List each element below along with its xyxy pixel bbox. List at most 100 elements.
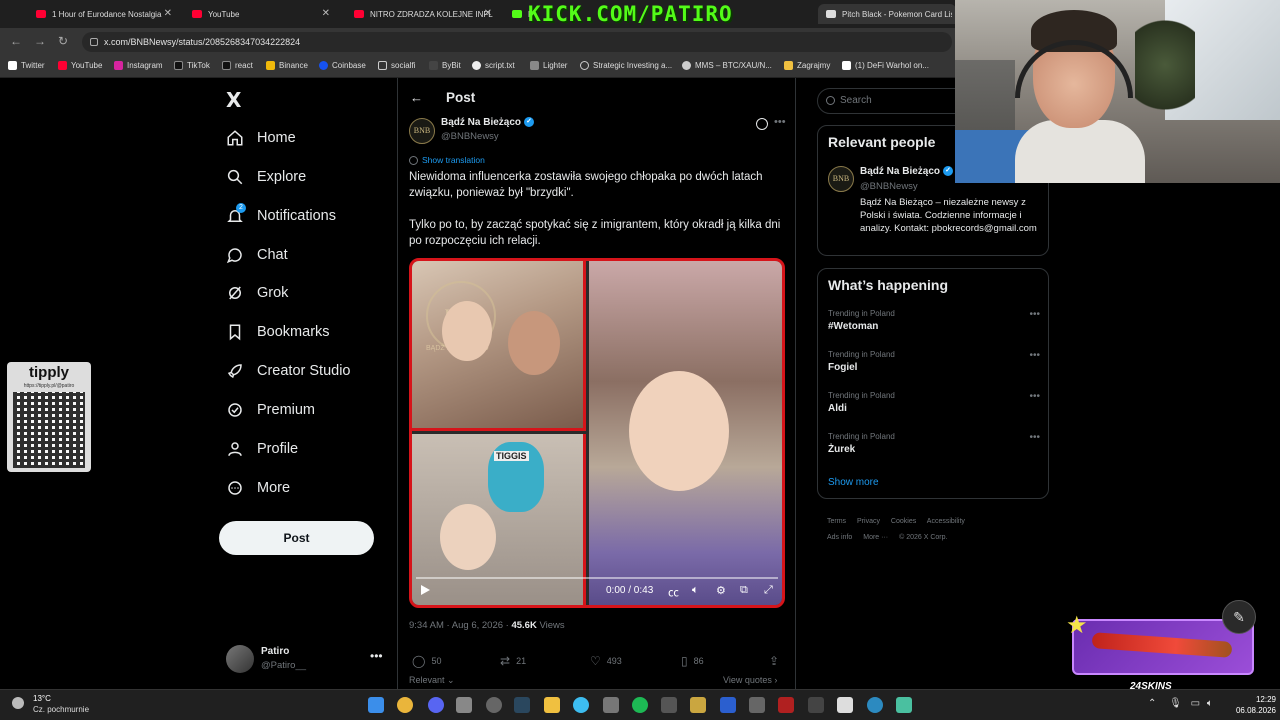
bookmark[interactable]: Binance (266, 61, 308, 70)
nav-notifications[interactable]: 2 Notifications (226, 203, 336, 229)
forward-icon[interactable]: → (34, 34, 46, 48)
footer-link[interactable]: Accessibility (927, 518, 965, 525)
obs-icon[interactable] (486, 697, 502, 713)
show-more-link[interactable]: Show more (828, 477, 879, 488)
compose-post-button[interactable]: Post (219, 521, 374, 555)
app-icon[interactable] (749, 697, 765, 713)
fullscreen-icon[interactable]: ⤢ (764, 584, 773, 597)
url-input[interactable]: x.com/BNBNewsy/status/208526834703422282… (82, 32, 952, 52)
bookmark[interactable]: Zagrajmy (784, 61, 830, 70)
reload-icon[interactable]: ↻ (58, 34, 68, 48)
start-icon[interactable] (368, 697, 384, 713)
volume-icon[interactable]: 🔈︎ (1207, 698, 1213, 709)
author-handle[interactable]: @BNBNewsy (441, 131, 499, 142)
footer-link[interactable]: Cookies (891, 518, 916, 525)
bookmark[interactable]: Lighter (530, 61, 567, 70)
app-icon[interactable] (661, 697, 677, 713)
microphone-icon[interactable]: 🎙︎ (1169, 698, 1182, 709)
discord-icon[interactable] (428, 697, 444, 713)
spotify-icon[interactable] (632, 697, 648, 713)
nav-creator-studio[interactable]: Creator Studio (226, 358, 351, 384)
person-avatar[interactable]: BNB (828, 166, 854, 192)
bookmark[interactable]: Strategic Investing a... (580, 61, 672, 70)
app-icon[interactable] (808, 697, 824, 713)
bookmark[interactable]: Coinbase (319, 61, 366, 70)
bookmark[interactable]: react (222, 61, 253, 70)
nav-grok[interactable]: Grok (226, 280, 288, 306)
show-translation-link[interactable]: Show translation (409, 155, 485, 166)
reply-button[interactable]: ◯ 50 (412, 654, 441, 668)
footer-link[interactable]: Ads info (827, 534, 852, 541)
network-icon[interactable]: ▭ (1191, 698, 1200, 709)
notepad-icon[interactable] (896, 697, 912, 713)
bookmark[interactable]: Twitter (8, 61, 45, 70)
more-icon[interactable]: ••• (1029, 391, 1040, 402)
like-button[interactable]: ♡ 493 (590, 654, 622, 668)
repost-button[interactable]: ⇄ 21 (500, 654, 526, 668)
account-switcher[interactable]: Patiro @Patiro__ ••• (226, 643, 386, 675)
app-icon[interactable] (778, 697, 794, 713)
captions-icon[interactable]: ㏄ (668, 584, 679, 600)
bookmark[interactable]: (1) DeFi Warhol on... (842, 61, 929, 70)
back-icon[interactable]: ← (10, 34, 22, 48)
site-info-icon[interactable] (90, 38, 98, 46)
footer-link[interactable]: Privacy (857, 518, 880, 525)
grok-icon[interactable] (756, 118, 768, 130)
share-button[interactable]: ⇪ (769, 654, 785, 668)
chrome-icon[interactable] (397, 697, 413, 713)
nav-chat[interactable]: Chat (226, 242, 288, 268)
nav-premium[interactable]: Premium (226, 397, 315, 423)
nav-home[interactable]: Home (226, 125, 296, 151)
back-arrow-icon[interactable]: ← (410, 90, 423, 105)
bookmark[interactable]: script.txt (472, 61, 515, 70)
volume-icon[interactable]: 🔈︎ (692, 584, 699, 597)
footer-link[interactable]: Terms (827, 518, 846, 525)
more-icon[interactable]: ••• (370, 649, 383, 663)
folder-icon[interactable] (544, 697, 560, 713)
app-icon[interactable] (603, 697, 619, 713)
bookmark[interactable]: YouTube (58, 61, 102, 70)
browser-tab[interactable]: 1 Hour of Eurodance Nostalgia ✕ (28, 4, 178, 24)
bookmark[interactable]: TikTok (174, 61, 210, 70)
system-tray[interactable]: ⌃ 🎙︎ ▭ 🔈︎ (1148, 698, 1213, 709)
nav-more[interactable]: More (226, 475, 290, 501)
browser-tab[interactable]: NITRO ZDRADZA KOLEJNE INFL ✕ (346, 4, 498, 24)
bookmark-button[interactable]: ▯ 86 (681, 654, 704, 668)
browser-tab-active[interactable]: Pitch Black - Pokemon Card List (818, 4, 956, 24)
more-icon[interactable]: ••• (1029, 309, 1040, 320)
video-player[interactable]: BNB BĄDŹ NA BIEŻĄCO TIGGIS 0:00 / 0:43 ㏄… (409, 258, 785, 608)
settings-icon[interactable]: ⚙ (716, 584, 726, 597)
chevron-up-icon[interactable]: ⌃ (1148, 698, 1156, 709)
nav-explore[interactable]: Explore (226, 164, 306, 190)
nav-bookmarks[interactable]: Bookmarks (226, 319, 330, 345)
nav-profile[interactable]: Profile (226, 436, 298, 462)
app-icon[interactable] (690, 697, 706, 713)
trend-item[interactable]: Trending in Poland Fogiel ••• (828, 350, 1040, 373)
trend-item[interactable]: Trending in Poland Aldi ••• (828, 391, 1040, 414)
author-name-row[interactable]: Bądź Na Bieżąco ✓ (441, 117, 535, 128)
more-icon[interactable]: ••• (1029, 432, 1040, 443)
person-handle[interactable]: @BNBNewsy (860, 181, 918, 192)
view-quotes-link[interactable]: View quotes › (723, 675, 777, 685)
replies-sort-dropdown[interactable]: Relevant ⌄ (409, 675, 455, 686)
video-progress-bar[interactable] (416, 577, 778, 579)
author-avatar[interactable]: BNB (409, 118, 435, 144)
trend-item[interactable]: Trending in Poland #Wetoman ••• (828, 309, 1040, 332)
edge-icon[interactable] (573, 697, 589, 713)
app-icon[interactable] (456, 697, 472, 713)
close-icon[interactable]: ✕ (484, 8, 492, 19)
close-icon[interactable]: ✕ (322, 8, 330, 19)
trend-item[interactable]: Trending in Poland Żurek ••• (828, 432, 1040, 455)
x-logo[interactable]: X (226, 88, 241, 112)
close-icon[interactable]: ✕ (164, 8, 172, 19)
bookmark-folder[interactable]: socialfi (378, 61, 415, 70)
browser-tab[interactable]: YouTube ✕ (184, 4, 336, 24)
app-icon[interactable] (867, 697, 883, 713)
play-icon[interactable] (421, 585, 430, 595)
footer-link[interactable]: More ··· (863, 534, 888, 541)
grok-compose-icon[interactable]: ✎ (1222, 600, 1256, 634)
person-name-row[interactable]: Bądź Na Bieżąco ✓ (860, 166, 954, 177)
bookmark[interactable]: ByBit (429, 61, 461, 70)
app-icon[interactable] (720, 697, 736, 713)
app-icon[interactable] (837, 697, 853, 713)
